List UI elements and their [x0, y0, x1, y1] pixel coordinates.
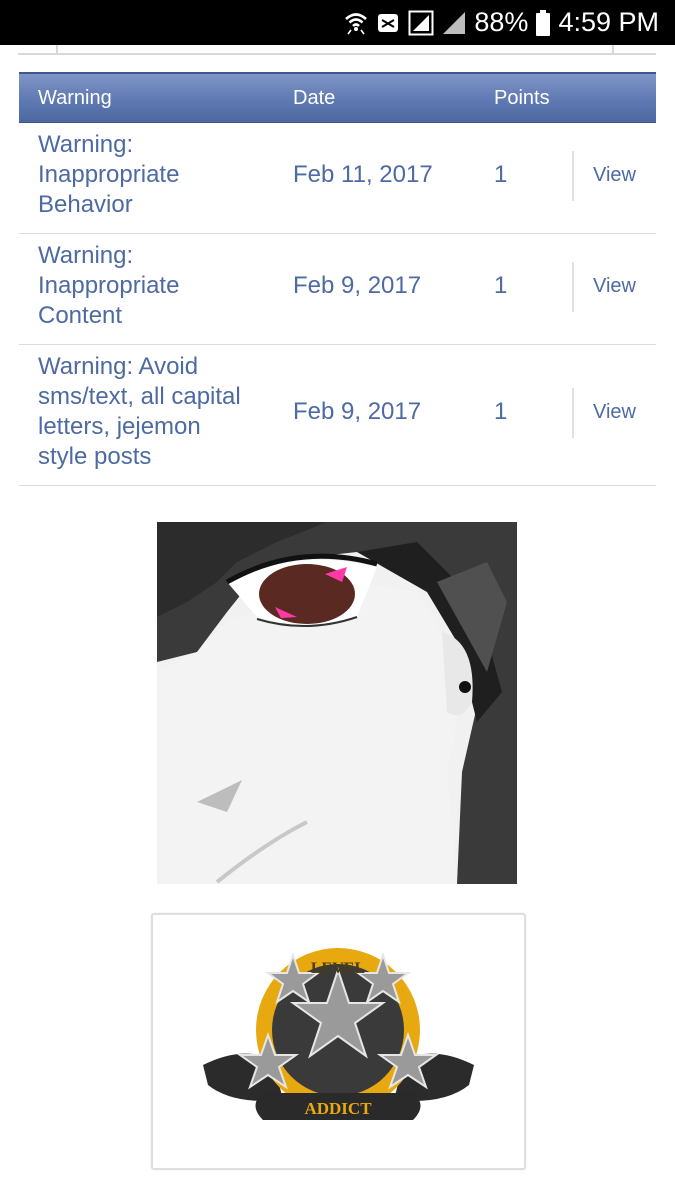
- warning-title-line: style posts: [38, 443, 152, 470]
- header-warning: Warning: [38, 87, 112, 109]
- battery-icon: [536, 9, 551, 36]
- badge-addict-text: ADDICT: [304, 1099, 372, 1118]
- signal-strength-icon: [442, 11, 466, 35]
- warning-points: 1: [494, 272, 508, 299]
- signal-icon: [408, 10, 434, 36]
- view-link[interactable]: View: [593, 275, 636, 298]
- status-bar-right: 88% 4:59 PM: [344, 0, 659, 45]
- warning-title[interactable]: Warning: Inappropriate Behavior: [38, 130, 268, 220]
- cell-divider: [572, 388, 574, 438]
- table-row: Warning: Avoid sms/text, all capital let…: [19, 345, 656, 486]
- warning-title-line: Warning:: [38, 131, 134, 158]
- wifi-icon: [344, 10, 368, 36]
- warning-title-line: Warning: Avoid: [38, 353, 199, 380]
- warning-date: Feb 11, 2017: [293, 161, 433, 188]
- warning-points: 1: [494, 398, 508, 425]
- header-date: Date: [293, 87, 336, 109]
- warning-title[interactable]: Warning: Inappropriate Content: [38, 241, 268, 331]
- status-bar: 88% 4:59 PM: [0, 0, 675, 45]
- warning-title-line: letters, jejemon: [38, 413, 201, 440]
- message-icon: [376, 11, 400, 35]
- header-points: Points: [494, 87, 550, 109]
- table-row: Warning: Inappropriate Content Feb 9, 20…: [19, 234, 656, 345]
- warning-title-line: Content: [38, 302, 123, 329]
- warnings-table: Warning Date Points Warning: Inappropria…: [19, 72, 656, 486]
- view-link[interactable]: View: [593, 401, 636, 424]
- cell-divider: [572, 151, 574, 201]
- warning-title-line: Behavior: [38, 191, 133, 218]
- warning-date: Feb 9, 2017: [293, 398, 422, 425]
- warning-date: Feb 9, 2017: [293, 272, 422, 299]
- view-link[interactable]: View: [593, 164, 636, 187]
- warning-title[interactable]: Warning: Avoid sms/text, all capital let…: [38, 352, 278, 472]
- warning-title-line: sms/text, all capital: [38, 383, 241, 410]
- cell-divider: [572, 262, 574, 312]
- previous-section-border: [18, 45, 656, 55]
- warning-points: 1: [494, 161, 508, 188]
- badge-level-text: LEVEL: [311, 960, 365, 977]
- clock: 4:59 PM: [558, 7, 659, 37]
- battery-percent: 88%: [474, 7, 529, 37]
- table-header: Warning Date Points: [19, 72, 656, 123]
- table-row: Warning: Inappropriate Behavior Feb 11, …: [19, 123, 656, 234]
- warning-title-line: Inappropriate: [38, 161, 180, 188]
- level-badge-card: LEVEL ADDICT: [151, 913, 526, 1170]
- anime-avatar-image: [157, 522, 517, 884]
- level-badge-icon: LEVEL ADDICT: [203, 948, 474, 1120]
- warning-title-line: Inappropriate: [38, 272, 180, 299]
- warning-title-line: Warning:: [38, 242, 134, 269]
